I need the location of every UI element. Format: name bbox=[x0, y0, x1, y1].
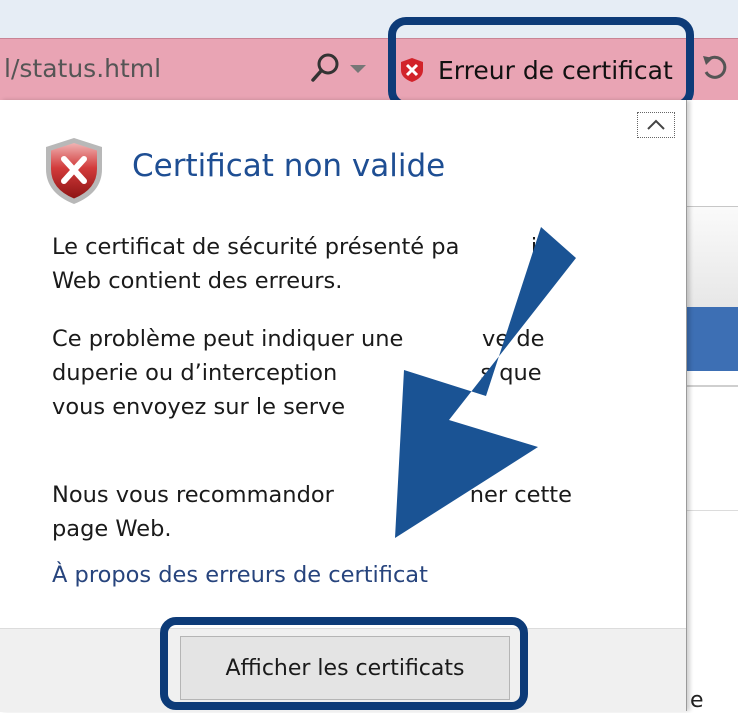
paragraph-certificate-errors: Le certificat de sécurité présenté pa it… bbox=[52, 234, 560, 294]
chevron-down-icon[interactable] bbox=[346, 56, 370, 80]
paragraph-fraud-warning: Ce problème peut indiquer une ve de dupe… bbox=[52, 326, 545, 420]
view-certificates-highlight bbox=[160, 617, 528, 710]
page-header-band bbox=[686, 207, 738, 307]
shield-error-icon bbox=[42, 135, 106, 207]
popup-title: Certificat non valide bbox=[132, 148, 446, 184]
divider bbox=[686, 385, 738, 387]
page-partial-text: e bbox=[690, 688, 704, 713]
paragraph-recommendation: Nous vous recommandor ner cette page Web… bbox=[52, 482, 572, 542]
about-certificate-errors-link[interactable]: À propos des erreurs de certificat bbox=[52, 562, 428, 588]
page-content-pane bbox=[686, 100, 738, 711]
page-nav-band bbox=[686, 307, 738, 371]
close-icon[interactable] bbox=[637, 112, 675, 138]
divider bbox=[686, 510, 738, 511]
search-icon[interactable] bbox=[308, 48, 342, 88]
address-url[interactable]: l/status.html bbox=[4, 54, 161, 83]
refresh-icon[interactable] bbox=[700, 50, 730, 86]
certificate-error-highlight bbox=[388, 17, 694, 109]
